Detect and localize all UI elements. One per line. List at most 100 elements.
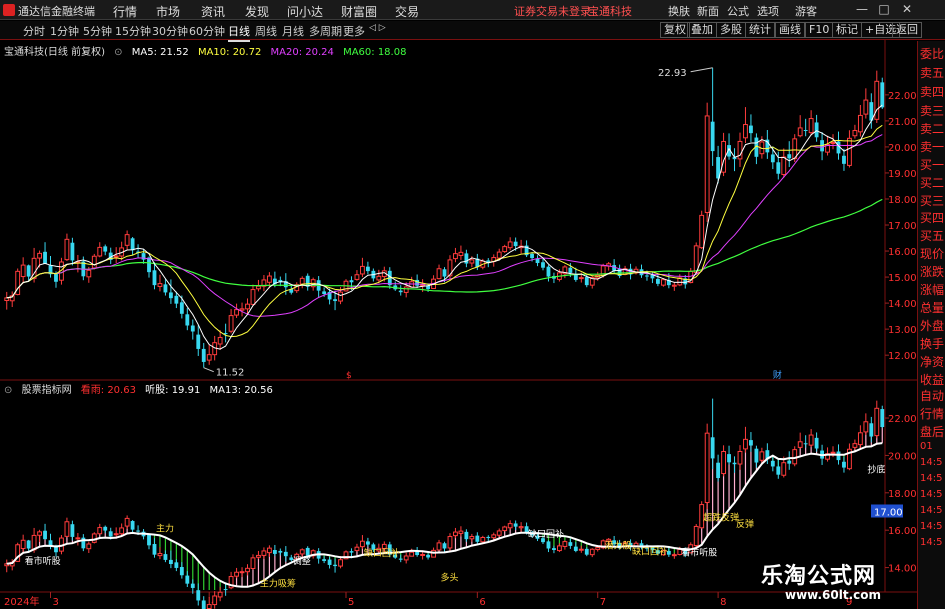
indicator-candle-body [206, 604, 212, 609]
period-toolbar: 分时 1分钟 5分钟 15分钟 30分钟 60分钟 日线 周线 月线 多周期 更… [0, 21, 945, 42]
period-5min[interactable]: 5分钟 [83, 23, 112, 39]
minimize-icon[interactable]: — [855, 2, 869, 16]
side-num: 14:5 [920, 505, 943, 516]
kline-chart[interactable]: 12.00 13.00 14.00 15.00 16.00 17.00 18.00 19.00… [0, 40, 917, 609]
high-pointer [690, 67, 713, 73]
candle-body [776, 162, 781, 174]
side-label-price: 现价 [920, 247, 945, 261]
menu-trade[interactable]: 交易 [395, 3, 419, 20]
indicator-candle-body [108, 531, 113, 537]
candle-body [365, 266, 370, 272]
candle-body [37, 252, 42, 259]
stock-notice[interactable]: 宝通科技 [588, 3, 632, 19]
indicator-candle-body [502, 526, 508, 532]
legend-ma10: MA10: 20.72 [197, 47, 262, 58]
menu-ask[interactable]: 问小达 [287, 3, 323, 20]
candle-body [880, 82, 885, 108]
settings-icon[interactable]: ⊙ [114, 47, 122, 58]
indicator-candle-body [174, 562, 179, 568]
candle-body [814, 122, 819, 138]
candle-body [91, 255, 97, 269]
period-30min[interactable]: 30分钟 [152, 23, 188, 39]
indicator-candle-body [721, 450, 726, 475]
indicator-candle-body [75, 537, 81, 540]
indicator-candle-body [91, 533, 97, 543]
period-more[interactable]: 更多 [343, 23, 365, 39]
period-60min[interactable]: 60分钟 [189, 23, 225, 39]
price-tick-label: 15.00 [888, 273, 917, 284]
menu-discover[interactable]: 发现 [245, 3, 269, 20]
low-price-label: 11.52 [216, 368, 245, 379]
indicator-candle-body [168, 559, 173, 565]
indicator-candle-body [732, 462, 737, 465]
indicator-candle-body [185, 575, 190, 584]
guest-button[interactable]: 游客 [795, 3, 817, 19]
side-label-sell4: 卖四 [920, 85, 945, 99]
indicator-candle-body [704, 432, 710, 504]
legend-indicator-v2: 听股: 19.91 [145, 385, 201, 396]
candle-body [174, 295, 179, 304]
side-label-afterhours[interactable]: 盘后 [920, 423, 944, 440]
indicator-signal-label: 多头 [441, 571, 459, 583]
indicator-candle-body [480, 536, 486, 543]
indicator-candle-body [475, 535, 480, 542]
multi-stock-button[interactable]: 多股 [716, 22, 746, 38]
menu-news[interactable]: 资讯 [201, 3, 225, 20]
candle-body [228, 315, 234, 332]
legend-indicator-v1: 看雨: 20.63 [80, 385, 136, 396]
indicator-candle-body [814, 437, 819, 449]
period-15min[interactable]: 15分钟 [115, 23, 151, 39]
indicator-candle-body [759, 451, 765, 461]
settings-icon[interactable]: ⊙ [4, 385, 12, 396]
side-label-auto[interactable]: 自动 [920, 387, 944, 404]
indicator-candle-body [113, 533, 119, 536]
draw-line-button[interactable]: 画线 [775, 22, 805, 38]
candle-body [147, 257, 151, 273]
menu-wealth[interactable]: 财富圈 [341, 3, 377, 20]
login-notice[interactable]: 证券交易未登录 [514, 3, 591, 19]
candle-body [113, 255, 119, 258]
mark-button[interactable]: 标记 [832, 22, 862, 38]
period-daily[interactable]: 日线 [228, 23, 250, 42]
legend-ma60: MA60: 18.08 [343, 47, 407, 58]
menu-quotes[interactable]: 行情 [113, 3, 137, 20]
f10-button[interactable]: F10 [805, 22, 834, 38]
indicator-signal-label: 反弹 [736, 518, 754, 530]
candle-body [130, 238, 135, 251]
period-1min[interactable]: 1分钟 [50, 23, 79, 39]
indicator-candle-body [327, 559, 332, 565]
side-label-volume: 总量 [920, 301, 945, 315]
indicator-candle-body [212, 595, 218, 606]
close-icon[interactable]: ✕ [900, 2, 914, 16]
period-intraday[interactable]: 分时 [23, 23, 45, 39]
formula-button[interactable]: 公式 [727, 3, 749, 19]
candle-body [64, 238, 70, 261]
period-monthly[interactable]: 月线 [282, 23, 304, 39]
candle-body [458, 251, 464, 256]
overlay-button[interactable]: 叠加 [687, 22, 717, 38]
indicator-candle-body [852, 443, 858, 448]
candle-body [245, 303, 250, 310]
stats-button[interactable]: 统计 [745, 22, 775, 38]
indicator-candle-body [803, 443, 808, 445]
period-nav-arrows[interactable]: ◁ ▷ [369, 23, 386, 33]
adjust-button[interactable]: 复权 [660, 22, 690, 38]
indicator-candle-body [863, 421, 869, 433]
period-multi[interactable]: 多周期 [309, 23, 342, 39]
options-button[interactable]: 选项 [757, 3, 779, 19]
period-weekly[interactable]: 周线 [255, 23, 277, 39]
indicator-candle-body [808, 434, 814, 446]
new-page-button[interactable]: 新面 [697, 3, 719, 19]
indicator-candle-body [442, 543, 447, 549]
candle-body [97, 246, 103, 257]
indicator-candle-body [272, 550, 277, 554]
skin-button[interactable]: 换肤 [668, 3, 690, 19]
time-tick-label: 2024年 [4, 595, 39, 608]
side-label-market[interactable]: 行情 [920, 405, 944, 422]
candle-body [70, 242, 75, 261]
back-button[interactable]: 返回 [892, 22, 922, 38]
price-tick-label: 19.00 [888, 169, 917, 180]
menu-market[interactable]: 市场 [156, 3, 180, 20]
maximize-icon[interactable]: □ [877, 2, 891, 16]
candle-body [513, 241, 518, 247]
